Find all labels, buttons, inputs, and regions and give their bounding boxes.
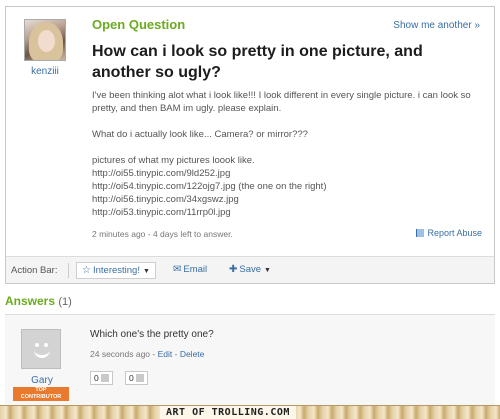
answer-time: 24 seconds ago — [90, 349, 151, 359]
thumbs-down-button[interactable]: 0 — [125, 371, 148, 385]
save-button[interactable]: ✚ Save ▼ — [224, 262, 276, 279]
picture-link[interactable]: http://oi55.tinypic.com/9ld252.jpg — [92, 167, 477, 180]
question-paragraph: pictures of what my pictures loook like. — [92, 155, 255, 166]
watermark-text: ART OF TROLLING.COM — [160, 406, 296, 419]
thumbs-down-count: 0 — [129, 373, 134, 383]
chevron-down-icon[interactable]: ▼ — [264, 267, 271, 274]
question-paragraph: What do i actually look like... Camera? … — [92, 129, 308, 140]
answer-text: Which one's the pretty one? — [90, 329, 214, 340]
star-icon: ☆ — [82, 265, 91, 276]
email-label: Email — [183, 264, 208, 275]
action-bar: Action Bar: ☆ Interesting! ▼ ✉ Email ✚ Save ▼ — [6, 256, 494, 283]
delete-link[interactable]: Delete — [180, 349, 205, 359]
badge-line: TOP — [35, 387, 47, 393]
question-meta: 2 minutes ago - 4 days left to answer. — [92, 229, 233, 239]
interesting-button[interactable]: ☆ Interesting! ▼ — [76, 262, 156, 279]
flag-icon — [416, 229, 425, 237]
divider — [68, 263, 69, 278]
thumbs-up-count: 0 — [94, 373, 99, 383]
answer-item: Gary TOP CONTRIBUTOR Which one's the pre… — [5, 314, 495, 406]
save-label: Save — [239, 264, 262, 275]
email-button[interactable]: ✉ Email — [168, 262, 212, 279]
chevron-down-icon[interactable]: ▼ — [143, 268, 150, 275]
picture-link[interactable]: http://oi54.tinypic.com/122ojg7.jpg (the… — [92, 180, 477, 193]
answers-title: Answers — [5, 294, 56, 308]
top-contributor-badge: TOP CONTRIBUTOR — [13, 387, 69, 401]
report-abuse-link[interactable]: Report Abuse — [416, 228, 482, 238]
report-abuse-label: Report Abuse — [427, 228, 482, 238]
asker-name[interactable]: kenziii — [22, 66, 68, 77]
plus-icon: ✚ — [229, 264, 238, 275]
answers-heading: Answers (1) — [5, 294, 72, 308]
answer-meta: 24 seconds ago - Edit - Delete — [90, 349, 205, 359]
question-links: pictures of what my pictures loook like.… — [92, 154, 477, 219]
thumbs-up-icon — [100, 374, 109, 382]
question-title: How can i look so pretty in one picture,… — [92, 43, 423, 81]
thumbs-up-button[interactable]: 0 — [90, 371, 113, 385]
question-paragraph: I've been thinking alot what i look like… — [92, 90, 471, 114]
question-body: I've been thinking alot what i look like… — [92, 89, 477, 219]
envelope-icon: ✉ — [173, 264, 182, 275]
picture-link[interactable]: http://oi56.tinypic.com/34xgswz.jpg — [92, 193, 477, 206]
answerer-avatar[interactable] — [21, 329, 61, 369]
edit-link[interactable]: Edit — [158, 349, 173, 359]
watermark-banner: ART OF TROLLING.COM — [0, 405, 500, 419]
picture-link[interactable]: http://oi53.tinypic.com/11rrp0l.jpg — [92, 206, 477, 219]
badge-line: CONTRIBUTOR — [20, 394, 62, 400]
asker-avatar[interactable] — [24, 19, 66, 61]
question-card: kenziii Open Question Show me another » … — [5, 6, 495, 284]
question-status: Open Question — [92, 17, 186, 32]
asker-profile[interactable]: kenziii — [22, 19, 68, 77]
answerer-name[interactable]: Gary — [21, 375, 63, 386]
interesting-label: Interesting! — [92, 265, 140, 276]
show-another-link[interactable]: Show me another » — [393, 20, 480, 31]
answers-count: (1) — [58, 296, 72, 308]
action-bar-label: Action Bar: — [11, 265, 58, 276]
thumbs-down-icon — [135, 374, 144, 382]
